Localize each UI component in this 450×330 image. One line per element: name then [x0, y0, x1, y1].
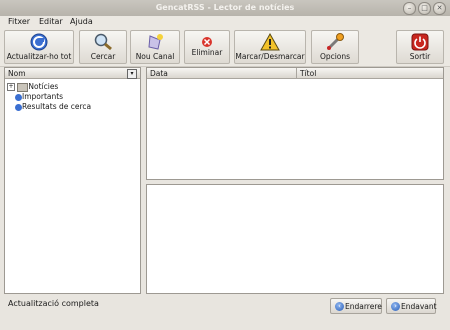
- new-channel-button[interactable]: Nou Canal: [130, 30, 180, 64]
- exit-button[interactable]: Sortir: [396, 30, 444, 64]
- status-text: Actualització completa: [8, 299, 99, 308]
- search-magnifier-icon: [94, 33, 112, 51]
- menu-bar: Fitxer Editar Ajuda: [0, 16, 450, 28]
- new-channel-icon: [148, 34, 163, 50]
- column-picker-icon[interactable]: ▾: [127, 69, 137, 79]
- new-channel-label: Nou Canal: [135, 52, 175, 61]
- exit-label: Sortir: [409, 52, 431, 61]
- power-exit-icon: [411, 33, 429, 51]
- news-list[interactable]: Data Títol: [146, 67, 444, 180]
- tree-header[interactable]: Nom ▾: [5, 68, 140, 79]
- tree-label: Notícies: [28, 82, 59, 91]
- refresh-globe-icon: [30, 33, 48, 51]
- column-header-title[interactable]: Títol: [297, 68, 443, 79]
- options-label: Opcions: [319, 52, 351, 61]
- back-arrow-icon: ‹: [335, 302, 344, 311]
- refresh-all-label: Actualitzar-ho tot: [6, 52, 72, 61]
- status-bar: Actualització completa ‹ Endarrere › End…: [0, 294, 450, 330]
- minimize-button[interactable]: –: [403, 2, 416, 15]
- tree-column-label: Nom: [8, 69, 26, 78]
- expand-icon[interactable]: +: [7, 83, 15, 91]
- news-preview[interactable]: [146, 184, 444, 294]
- forward-arrow-icon: ›: [391, 302, 400, 311]
- menu-fitxer[interactable]: Fitxer: [8, 17, 30, 26]
- toolbar: Actualitzar-ho tot Cercar Nou Canal Elim…: [0, 28, 450, 67]
- tree-item-noticies[interactable]: + Notícies: [5, 82, 58, 92]
- mark-unmark-label: Marcar/Desmarcar: [235, 52, 305, 61]
- close-button[interactable]: ✕: [433, 2, 446, 15]
- delete-icon: [202, 37, 212, 47]
- window-title: GencatRSS - Lector de notícies: [155, 3, 295, 12]
- warning-mark-icon: [260, 33, 280, 51]
- options-wrench-icon: [327, 33, 344, 50]
- feed-icon: [15, 93, 22, 101]
- tree-item-importants[interactable]: Importants: [15, 92, 63, 102]
- options-button[interactable]: Opcions: [311, 30, 359, 64]
- menu-editar[interactable]: Editar: [39, 17, 63, 26]
- maximize-button[interactable]: □: [418, 2, 431, 15]
- back-label: Endarrere: [345, 302, 382, 311]
- channel-tree[interactable]: Nom ▾ + Notícies Importants Resultats de…: [4, 67, 141, 294]
- refresh-all-button[interactable]: Actualitzar-ho tot: [4, 30, 74, 64]
- tree-item-resultats[interactable]: Resultats de cerca: [15, 102, 91, 112]
- search-button[interactable]: Cercar: [79, 30, 127, 64]
- forward-button[interactable]: › Endavant: [386, 298, 437, 314]
- title-bar: GencatRSS - Lector de notícies – □ ✕: [0, 0, 450, 17]
- search-label: Cercar: [90, 52, 116, 61]
- forward-label: Endavant: [401, 302, 437, 311]
- tree-label: Importants: [22, 92, 64, 101]
- mark-unmark-button[interactable]: Marcar/Desmarcar: [234, 30, 306, 64]
- column-header-date[interactable]: Data: [147, 68, 297, 79]
- folder-icon: [17, 82, 29, 92]
- feed-icon: [15, 103, 22, 111]
- delete-label: Eliminar: [191, 48, 223, 57]
- tree-label: Resultats de cerca: [22, 102, 92, 111]
- delete-button[interactable]: Eliminar: [184, 30, 230, 64]
- menu-ajuda[interactable]: Ajuda: [70, 17, 93, 26]
- back-button[interactable]: ‹ Endarrere: [330, 298, 382, 314]
